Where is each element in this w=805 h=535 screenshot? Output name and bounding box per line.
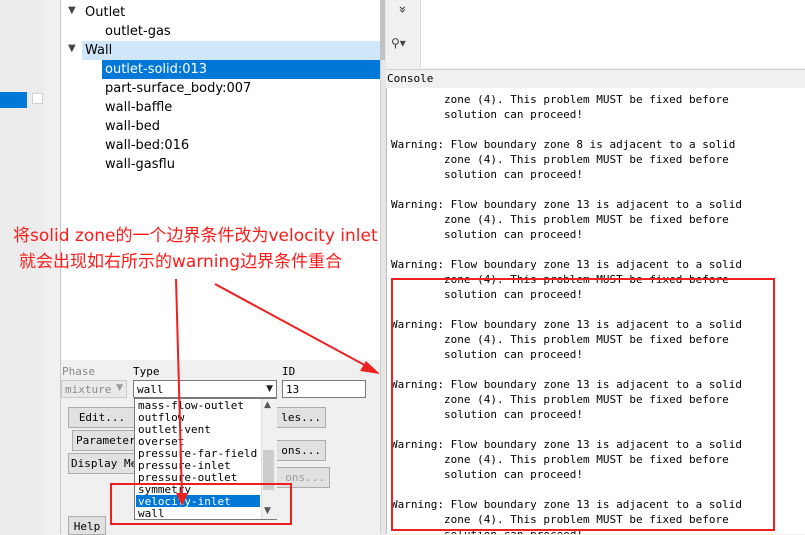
arrowhead-icon bbox=[176, 493, 188, 506]
annotation-arrow bbox=[214, 283, 371, 369]
arrowhead-icon bbox=[360, 361, 380, 374]
annotation-arrow bbox=[175, 278, 183, 498]
annotation-arrows bbox=[175, 278, 380, 506]
